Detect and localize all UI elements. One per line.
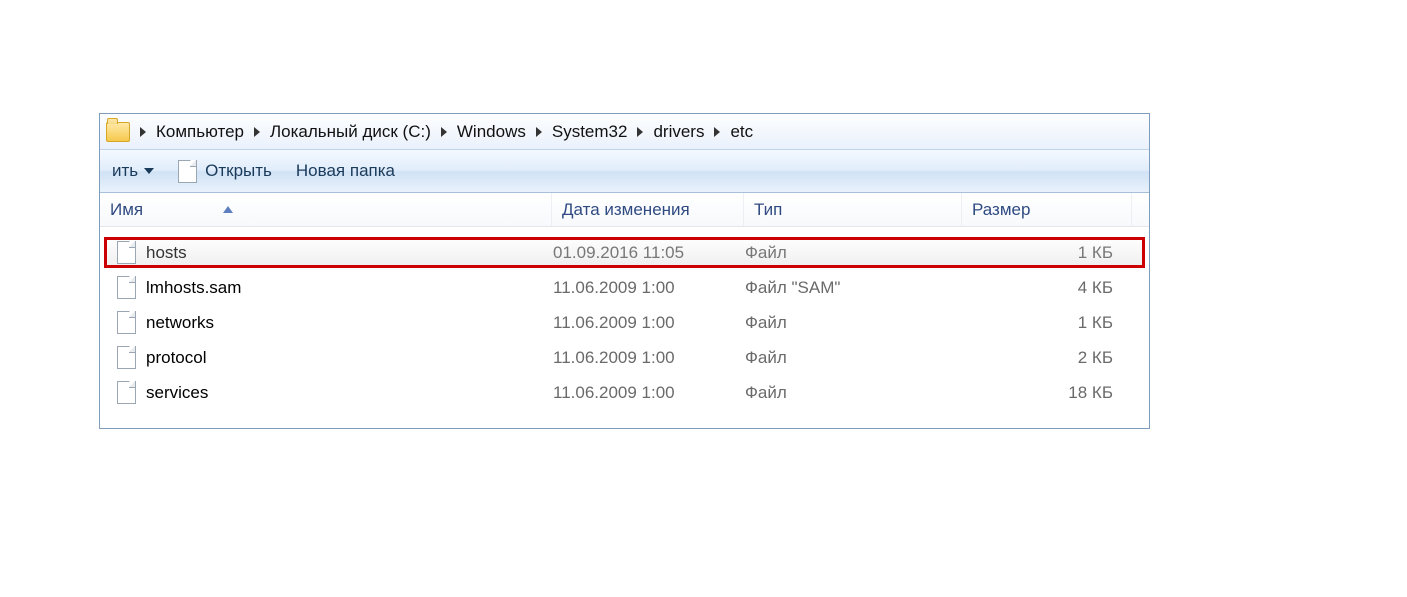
chevron-right-icon[interactable] xyxy=(140,127,146,137)
file-size: 4 КБ xyxy=(963,278,1127,298)
breadcrumb-item[interactable]: drivers xyxy=(651,114,706,149)
file-date: 11.06.2009 1:00 xyxy=(553,348,745,368)
column-name[interactable]: Имя xyxy=(100,193,552,226)
organize-button[interactable]: ить xyxy=(100,150,166,192)
chevron-right-icon[interactable] xyxy=(714,127,720,137)
file-row[interactable]: hosts 01.09.2016 11:05Файл1 КБ xyxy=(104,237,1145,268)
file-date: 01.09.2016 11:05 xyxy=(553,243,745,263)
chevron-right-icon[interactable] xyxy=(441,127,447,137)
file-date: 11.06.2009 1:00 xyxy=(553,313,745,333)
open-label: Открыть xyxy=(205,161,272,181)
file-type: Файл xyxy=(745,383,963,403)
file-date: 11.06.2009 1:00 xyxy=(553,383,745,403)
file-icon xyxy=(117,276,136,299)
organize-label: ить xyxy=(112,161,138,181)
breadcrumb-item[interactable]: etc xyxy=(728,114,755,149)
sort-asc-icon xyxy=(223,206,233,213)
file-size: 18 КБ xyxy=(963,383,1127,403)
file-type: Файл xyxy=(745,243,963,263)
file-size: 1 КБ xyxy=(963,243,1127,263)
breadcrumb-item[interactable]: System32 xyxy=(550,114,630,149)
file-icon xyxy=(178,160,197,183)
chevron-down-icon xyxy=(144,168,154,174)
file-type: Файл "SAM" xyxy=(745,278,963,298)
file-size: 1 КБ xyxy=(963,313,1127,333)
breadcrumb-item[interactable]: Windows xyxy=(455,114,528,149)
new-folder-label: Новая папка xyxy=(296,161,395,181)
file-name: networks xyxy=(146,313,214,333)
column-type[interactable]: Тип xyxy=(744,193,962,226)
file-name: hosts xyxy=(146,243,187,263)
file-icon xyxy=(117,346,136,369)
file-row[interactable]: networks 11.06.2009 1:00Файл1 КБ xyxy=(104,307,1145,338)
breadcrumb-item[interactable]: Локальный диск (C:) xyxy=(268,114,433,149)
chevron-right-icon[interactable] xyxy=(536,127,542,137)
explorer-window: Компьютер Локальный диск (C:) Windows Sy… xyxy=(99,113,1150,429)
breadcrumb-item[interactable]: Компьютер xyxy=(154,114,246,149)
file-icon xyxy=(117,241,136,264)
file-name: services xyxy=(146,383,208,403)
column-headers: Имя Дата изменения Тип Размер xyxy=(100,193,1149,227)
folder-icon xyxy=(106,122,130,142)
file-name: protocol xyxy=(146,348,206,368)
file-list: hosts01.09.2016 11:05Файл1 КБlmhosts.sam… xyxy=(100,227,1149,428)
file-row[interactable]: lmhosts.sam 11.06.2009 1:00Файл "SAM"4 КБ xyxy=(104,272,1145,303)
column-size[interactable]: Размер xyxy=(962,193,1132,226)
file-row[interactable]: services 11.06.2009 1:00Файл18 КБ xyxy=(104,377,1145,408)
file-icon xyxy=(117,311,136,334)
file-type: Файл xyxy=(745,348,963,368)
toolbar: ить Открыть Новая папка xyxy=(100,150,1149,193)
new-folder-button[interactable]: Новая папка xyxy=(284,150,407,192)
chevron-right-icon[interactable] xyxy=(254,127,260,137)
file-date: 11.06.2009 1:00 xyxy=(553,278,745,298)
column-date[interactable]: Дата изменения xyxy=(552,193,744,226)
chevron-right-icon[interactable] xyxy=(637,127,643,137)
open-button[interactable]: Открыть xyxy=(166,150,284,192)
column-name-label: Имя xyxy=(110,200,143,220)
file-row[interactable]: protocol 11.06.2009 1:00Файл2 КБ xyxy=(104,342,1145,373)
file-size: 2 КБ xyxy=(963,348,1127,368)
file-type: Файл xyxy=(745,313,963,333)
file-name: lmhosts.sam xyxy=(146,278,241,298)
address-bar[interactable]: Компьютер Локальный диск (C:) Windows Sy… xyxy=(100,114,1149,150)
file-icon xyxy=(117,381,136,404)
